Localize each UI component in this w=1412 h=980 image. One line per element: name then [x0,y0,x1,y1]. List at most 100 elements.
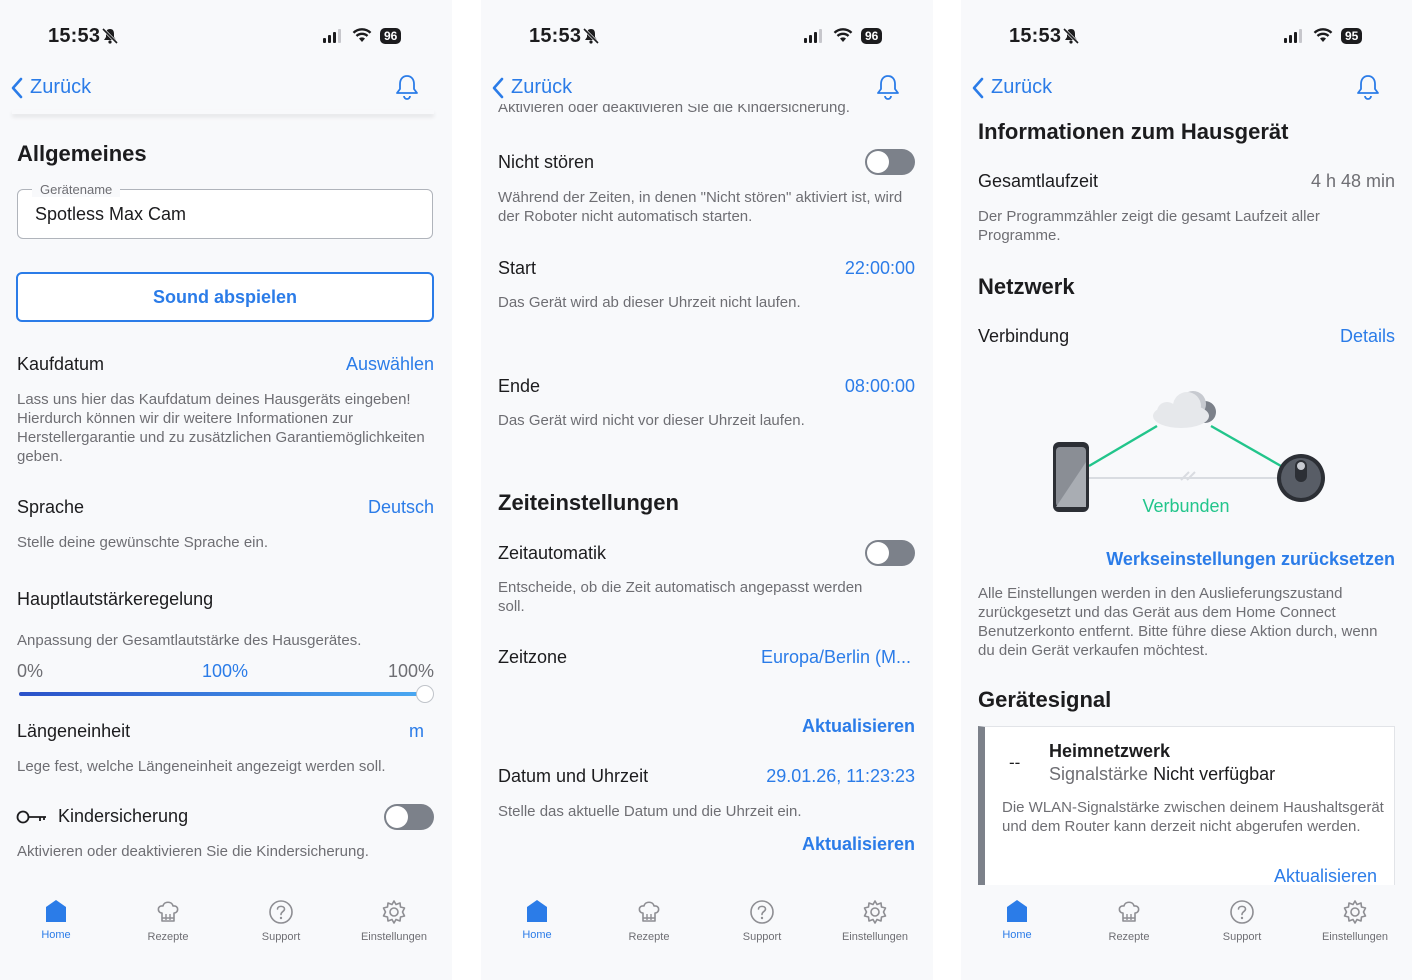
back-label: Zurück [991,76,1053,98]
chef-hat-icon [157,901,179,922]
mute-bell-icon [101,27,119,49]
tab-recipes[interactable]: Rezepte [599,899,699,943]
back-label: Zurück [511,76,573,98]
tab-home[interactable]: Home [487,899,587,941]
auto-time-desc: Entscheide, ob die Zeit automatisch ange… [498,579,863,615]
update-timezone-button[interactable]: Aktualisieren [715,716,915,737]
purchase-date-desc: Lass uns hier das Kaufdatum deines Hausg… [17,391,425,465]
tab-support-label: Support [742,931,782,943]
tab-support[interactable]: Support [231,899,331,943]
key-icon [16,809,48,830]
tab-bar: Home Rezepte Support Einstellungen [481,885,933,980]
language-desc: Stelle deine gewünschte Sprache ein. [17,534,269,551]
help-icon [269,900,293,924]
section-title-device-signal: Gerätesignal [978,687,1112,712]
child-lock-toggle[interactable] [384,804,434,830]
home-icon [1007,900,1027,922]
factory-reset-button[interactable]: Werkseinstellungen zurücksetzen [1075,549,1395,570]
tab-recipes-label: Rezepte [628,931,670,943]
length-unit-label: Längeneinheit [17,721,131,741]
timezone-select[interactable]: Europa/Berlin (M... [711,647,911,668]
tab-support[interactable]: Support [1192,899,1292,943]
gear-icon [382,900,406,924]
start-desc: Das Gerät wird ab dieser Uhrzeit nicht l… [498,294,801,311]
datetime-select[interactable]: 29.01.26, 11:23:23 [695,766,915,787]
signal-card-dash: -- [1009,753,1021,772]
back-button[interactable]: Zurück [491,76,572,99]
back-button[interactable]: Zurück [10,76,91,99]
tab-home-label: Home [522,929,552,941]
runtime-label: Gesamtlaufzeit [978,171,1099,191]
tab-settings-label: Einstellungen [360,931,428,943]
start-label: Start [498,258,537,278]
tab-support-label: Support [261,931,301,943]
notification-bell-icon[interactable] [394,73,420,106]
notification-bell-icon[interactable] [875,73,901,106]
cloud-icon [1153,391,1216,428]
tab-home[interactable]: Home [967,899,1067,941]
timezone-label: Zeitzone [498,647,568,667]
update-datetime-button[interactable]: Aktualisieren [715,834,915,855]
end-label: Ende [498,376,541,396]
datetime-label: Datum und Uhrzeit [498,766,649,786]
wifi-icon [833,27,853,48]
screen-device-info-network: 15:53 95 Zurück Informationen zum Hausge… [961,0,1412,980]
runtime-desc: Der Programmzähler zeigt die gesamt Lauf… [978,208,1320,244]
child-lock-desc-cut: Aktivieren oder deaktivieren Sie die Kin… [498,104,850,116]
status-time: 15:53 [48,25,101,47]
nav-divider [12,110,434,114]
signal-strength-value: Nicht verfügbar [1153,764,1276,784]
play-sound-button[interactable]: Sound abspielen [16,272,434,322]
dnd-toggle[interactable] [865,149,915,175]
volume-label: Hauptlautstärkeregelung [17,589,214,609]
cellular-signal-icon [323,29,341,43]
chevron-left-icon [972,77,984,98]
battery-indicator: 96 [861,28,883,44]
chevron-left-icon [492,77,504,98]
notification-bell-icon[interactable] [1355,73,1381,106]
scrolled-content-clip: Aktivieren oder deaktivieren Sie die Kin… [481,104,933,118]
child-lock-label: Kindersicherung [58,806,189,826]
purchase-date-select[interactable]: Auswählen [234,354,434,375]
tab-settings[interactable]: Einstellungen [825,899,925,943]
auto-time-toggle[interactable] [865,540,915,566]
tab-settings[interactable]: Einstellungen [344,899,444,943]
auto-time-label: Zeitautomatik [498,543,607,563]
connection-details-link[interactable]: Details [1195,326,1395,347]
device-name-value[interactable]: Spotless Max Cam [35,204,186,225]
end-time-select[interactable]: 08:00:00 [715,376,915,397]
status-time: 15:53 [529,25,582,47]
section-title-time-settings: Zeiteinstellungen [498,490,679,515]
length-unit-select[interactable]: m [334,721,424,742]
tab-home[interactable]: Home [6,899,106,941]
tab-recipes[interactable]: Rezepte [118,899,218,943]
datetime-desc: Stelle das aktuelle Datum und die Uhrzei… [498,803,802,820]
smartphone-icon [1053,442,1089,512]
section-title-device-info: Informationen zum Hausgerät [978,119,1289,144]
volume-min-label: 0% [17,661,44,681]
child-lock-desc: Aktivieren oder deaktivieren Sie die Kin… [17,843,369,860]
home-icon [527,900,547,922]
tab-support[interactable]: Support [712,899,812,943]
tab-settings[interactable]: Einstellungen [1305,899,1405,943]
tab-settings-label: Einstellungen [841,931,909,943]
back-label: Zurück [30,76,92,98]
tab-recipes[interactable]: Rezepte [1079,899,1179,943]
chef-hat-icon [638,901,660,922]
connection-label: Verbindung [978,326,1070,346]
tab-bar: Home Rezepte Support Einstellungen [961,885,1412,980]
tab-home-label: Home [41,929,71,941]
signal-update-button[interactable]: Aktualisieren [1175,866,1377,887]
robot-vacuum-icon [1277,454,1325,502]
cellular-signal-icon [804,29,822,43]
start-time-select[interactable]: 22:00:00 [715,258,915,279]
dnd-label: Nicht stören [498,152,595,172]
battery-indicator: 95 [1341,28,1363,44]
tab-bar: Home Rezepte Support Einstellungen [0,885,452,980]
tab-home-label: Home [1002,929,1032,941]
chevron-left-icon [11,77,23,98]
back-button[interactable]: Zurück [971,76,1052,99]
section-title-general: Allgemeines [17,141,147,166]
volume-slider-thumb[interactable] [416,685,434,703]
language-select[interactable]: Deutsch [234,497,434,518]
